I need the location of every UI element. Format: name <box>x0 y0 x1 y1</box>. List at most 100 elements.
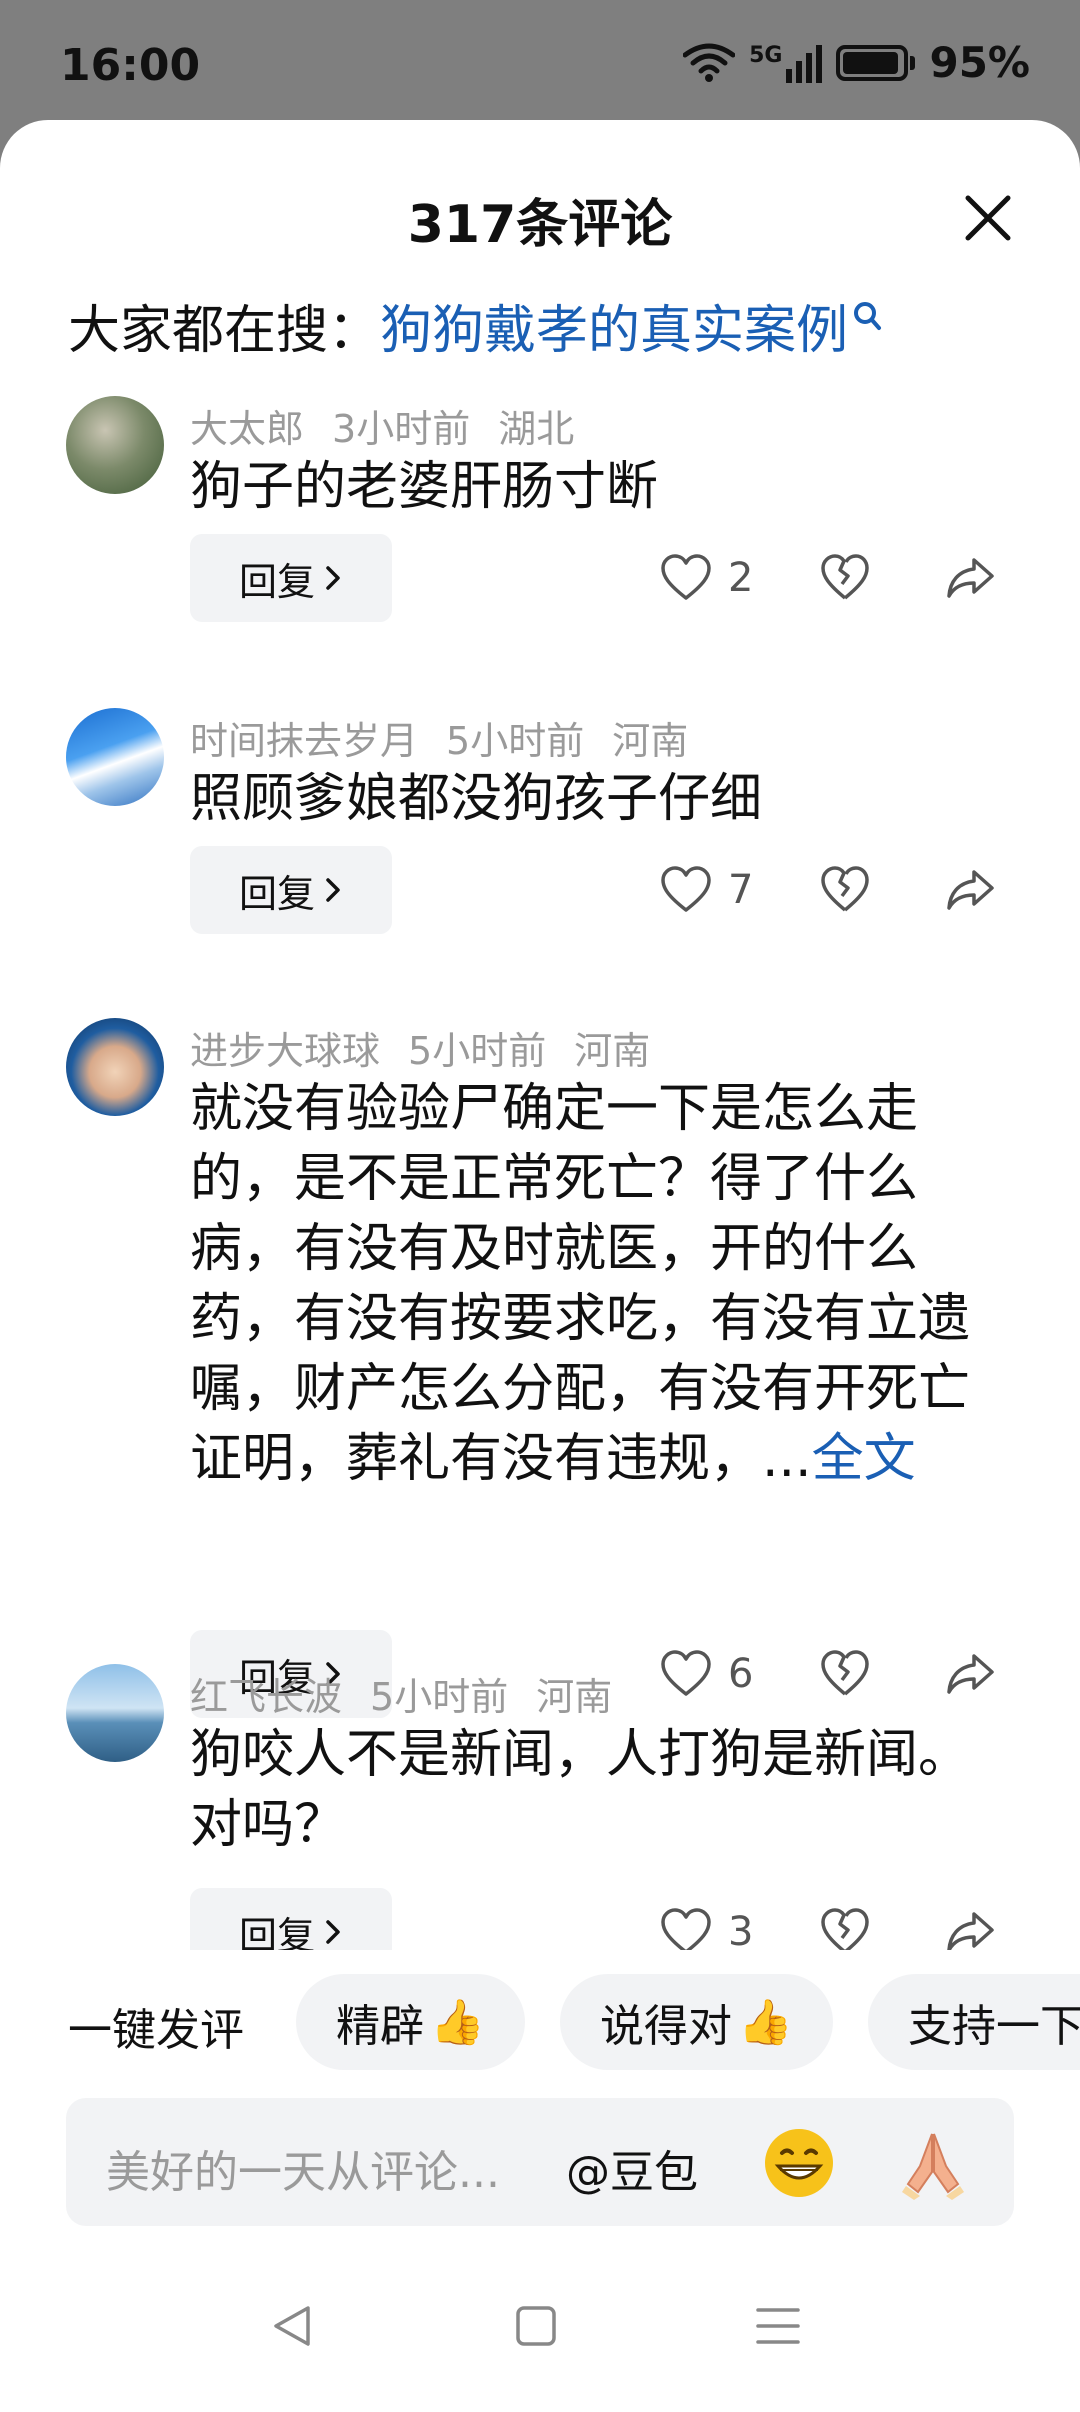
comment-location: 湖北 <box>498 407 575 451</box>
dislike-button[interactable] <box>820 1908 946 1956</box>
chip-label: 支持一下 <box>908 2001 1080 2052</box>
like-count: 3 <box>728 1909 754 1955</box>
share-icon <box>947 1912 994 1952</box>
comment-location: 河南 <box>574 1029 651 1073</box>
close-icon[interactable] <box>960 190 1016 246</box>
comment-body: 就没有验验尸确定一下是怎么走的，是不是正常死亡？得了什么病，有没有及时就医，开的… <box>190 1079 971 1489</box>
comment-sheet: 317条评论 大家都在搜：狗狗戴孝的真实案例 大太郎 3小时前 湖北 狗子的老婆肝肠… <box>0 120 1080 2412</box>
dislike-button[interactable] <box>820 866 946 914</box>
battery-tip <box>910 55 916 70</box>
battery-percent: 95% <box>929 38 1030 87</box>
comment-meta: 红飞长波 5小时前 河南 <box>190 1666 640 1721</box>
comment-time: 3小时前 <box>332 407 471 451</box>
status-icons: 5G 95% <box>683 38 1030 87</box>
broken-heart-icon <box>821 866 869 912</box>
comment-body: 狗咬人不是新闻，人打狗是新闻。对吗？ <box>190 1725 971 1855</box>
comment-body: 照顾爹娘都没狗孩子仔细 <box>190 769 763 829</box>
comment-user[interactable]: 进步大球球 <box>190 1029 380 1073</box>
heart-icon <box>661 554 711 600</box>
comment-user[interactable]: 红飞长波 <box>190 1675 342 1719</box>
avatar[interactable] <box>66 1018 164 1116</box>
status-time: 16:00 <box>60 40 201 91</box>
search-suggestion[interactable]: 大家都在搜：狗狗戴孝的真实案例 <box>68 288 882 363</box>
share-button[interactable] <box>946 556 1026 600</box>
grinning-emoji-icon[interactable] <box>762 2126 836 2200</box>
quick-reply-bar: 一键发评 精辟 👍 说得对 👍 支持一下 <box>0 1950 1080 2110</box>
search-icon <box>854 302 882 330</box>
share-button[interactable] <box>946 868 1026 912</box>
battery-icon <box>836 44 909 81</box>
status-bar: 16:00 5G 95% <box>0 0 1080 120</box>
comment-time: 5小时前 <box>446 719 585 763</box>
thumbs-up-icon: 👍 <box>430 1997 485 2048</box>
expand-full-text-link[interactable]: 全文 <box>812 1429 916 1489</box>
quick-reply-chip[interactable]: 说得对 👍 <box>560 1974 833 2070</box>
like-button[interactable]: 3 <box>660 1908 820 1956</box>
search-term[interactable]: 狗狗戴孝的真实案例 <box>380 301 848 361</box>
quick-reply-chip[interactable]: 精辟 👍 <box>296 1974 525 2070</box>
comment-actions: 7 <box>660 846 1026 934</box>
like-button[interactable]: 7 <box>660 866 820 914</box>
home-nav-icon[interactable] <box>514 2302 558 2350</box>
avatar[interactable] <box>66 396 164 494</box>
chevron-right-icon <box>326 566 340 590</box>
mention-doubao-button[interactable]: @豆包 <box>566 2136 698 2200</box>
dislike-button[interactable] <box>820 554 946 602</box>
broken-heart-icon <box>821 1650 869 1696</box>
share-icon <box>947 558 994 598</box>
dislike-button[interactable] <box>820 1650 946 1698</box>
comment-location: 河南 <box>536 1675 613 1719</box>
quick-reply-label: 一键发评 <box>68 2005 244 2056</box>
chip-label: 说得对 <box>600 2001 732 2052</box>
comment-meta: 时间抹去岁月 5小时前 河南 <box>190 710 716 765</box>
reply-label: 回复 <box>238 559 315 604</box>
like-button[interactable]: 2 <box>660 554 820 602</box>
cellular-signal-icon: 5G <box>749 42 823 83</box>
comment-actions: 2 <box>660 534 1026 622</box>
network-type: 5G <box>749 42 783 68</box>
comment-text[interactable]: 就没有验验尸确定一下是怎么走的，是不是正常死亡？得了什么病，有没有及时就医，开的… <box>190 1074 1010 1494</box>
comment-location: 河南 <box>612 719 689 763</box>
comment-actions: 6 <box>660 1630 1026 1718</box>
thumbs-up-icon: 👍 <box>738 1997 793 2048</box>
menu-nav-icon[interactable] <box>754 2302 802 2350</box>
heart-icon <box>661 1908 711 1954</box>
like-count: 6 <box>728 1651 754 1697</box>
like-count: 2 <box>728 555 754 601</box>
share-button[interactable] <box>946 1652 1026 1696</box>
avatar[interactable] <box>66 1664 164 1762</box>
search-prefix: 大家都在搜： <box>68 301 381 361</box>
broken-heart-icon <box>821 554 869 600</box>
share-icon <box>947 1654 994 1694</box>
avatar[interactable] <box>66 708 164 806</box>
reply-button[interactable]: 回复 <box>190 846 392 934</box>
reply-button[interactable]: 回复 <box>190 534 392 622</box>
system-nav-bar <box>0 2250 1080 2412</box>
comment-time: 5小时前 <box>370 1675 509 1719</box>
share-button[interactable] <box>946 1910 1026 1954</box>
chevron-right-icon <box>326 878 340 902</box>
praying-hands-emoji-icon[interactable] <box>896 2126 970 2200</box>
heart-icon <box>661 866 711 912</box>
comment-text[interactable]: 狗子的老婆肝肠寸断 <box>190 452 1010 522</box>
comment-meta: 进步大球球 5小时前 河南 <box>190 1020 678 1075</box>
quick-reply-chip[interactable]: 支持一下 <box>868 1974 1080 2070</box>
share-icon <box>947 870 994 910</box>
comment-meta: 大太郎 3小时前 湖北 <box>190 398 602 453</box>
sheet-title: 317条评论 <box>407 195 673 255</box>
comment-user[interactable]: 时间抹去岁月 <box>190 719 418 763</box>
broken-heart-icon <box>821 1908 869 1954</box>
comment-input-placeholder[interactable]: 美好的一天从评论... <box>106 2136 500 2200</box>
comment-text[interactable]: 照顾爹娘都没狗孩子仔细 <box>190 764 1010 834</box>
like-count: 7 <box>728 867 754 913</box>
comment-body: 狗子的老婆肝肠寸断 <box>190 457 659 517</box>
chip-label: 精辟 <box>336 2001 424 2052</box>
comment-time: 5小时前 <box>408 1029 547 1073</box>
chevron-right-icon <box>326 1920 340 1944</box>
comment-user[interactable]: 大太郎 <box>190 407 304 451</box>
comment-text[interactable]: 狗咬人不是新闻，人打狗是新闻。对吗？ <box>190 1720 1010 1860</box>
back-nav-icon[interactable] <box>270 2302 314 2350</box>
like-button[interactable]: 6 <box>660 1650 820 1698</box>
reply-label: 回复 <box>238 871 315 916</box>
comment-input-bar[interactable]: 美好的一天从评论... @豆包 <box>66 2098 1014 2226</box>
